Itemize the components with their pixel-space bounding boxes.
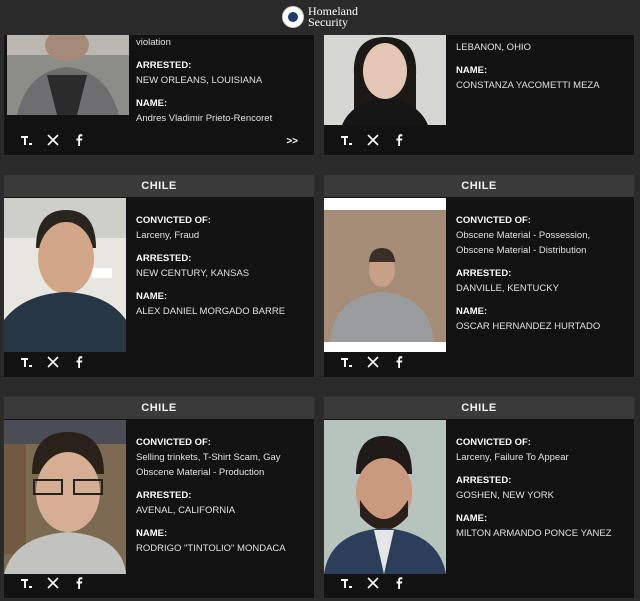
name-value: CONSTANZA YACOMETTI MEZA (456, 80, 600, 91)
arrested-label: ARRESTED: (456, 475, 512, 486)
profile-card: CHILE CONVICTED OF: Larceny, Failure To … (323, 396, 635, 599)
profile-photo (4, 198, 126, 352)
convicted-label: CONVICTED OF: (456, 215, 531, 226)
top-bar: Homeland Security (0, 0, 640, 34)
x-icon[interactable] (366, 133, 380, 147)
facebook-icon[interactable] (72, 355, 86, 369)
name-value: ALEX DANIEL MORGADO BARRE (136, 306, 286, 317)
name-label: NAME: (136, 98, 168, 109)
arrested-value: DANVILLE, KENTUCKY (456, 283, 559, 294)
convicted-value: Selling trinkets, T-Shirt Scam, Gay Obsc… (136, 452, 281, 478)
logo-text: Homeland Security (308, 5, 358, 29)
share-bar (20, 133, 86, 147)
dhs-logo[interactable]: Homeland Security (282, 5, 358, 29)
name-value: MILTON ARMANDO PONCE YANEZ (456, 528, 612, 539)
arrested-value: LEBANON, OHIO (456, 42, 531, 53)
facebook-icon[interactable] (392, 576, 406, 590)
share-bar (20, 355, 86, 369)
arrested-label: ARRESTED: (136, 60, 192, 71)
profile-info: LEBANON, OHIO NAME: CONSTANZA YACOMETTI … (456, 40, 626, 93)
profile-info: CONVICTED OF: Obscene Material - Possess… (456, 213, 626, 334)
profile-photo (7, 35, 129, 115)
x-icon[interactable] (366, 355, 380, 369)
profile-card: CHILE CONVICTED OF: Selling trinkets, T-… (3, 396, 315, 599)
name-value: Andres Vladimir Prieto-Rencoret (136, 113, 273, 124)
facebook-icon[interactable] (392, 355, 406, 369)
name-label: NAME: (456, 513, 488, 524)
share-bar (20, 576, 86, 590)
profile-card: violation ARRESTED: NEW ORLEANS, LOUISIA… (3, 34, 315, 156)
truth-social-icon[interactable] (20, 576, 34, 590)
card-country: CHILE (4, 397, 314, 419)
profile-info: CONVICTED OF: Larceny, Fraud ARRESTED: N… (136, 213, 306, 319)
arrested-value: GOSHEN, NEW YORK (456, 490, 555, 501)
name-label: NAME: (456, 65, 488, 76)
name-label: NAME: (136, 528, 168, 539)
card-country: CHILE (4, 175, 314, 197)
convicted-value: Larceny, Fraud (136, 230, 200, 241)
profile-info: CONVICTED OF: Larceny, Failure To Appear… (456, 435, 626, 541)
arrested-label: ARRESTED: (136, 253, 192, 264)
profile-photo (324, 420, 446, 574)
arrested-label: ARRESTED: (136, 490, 192, 501)
share-bar (340, 133, 406, 147)
arrested-value: NEW ORLEANS, LOUISIANA (136, 75, 263, 86)
profile-card: LEBANON, OHIO NAME: CONSTANZA YACOMETTI … (323, 34, 635, 156)
truth-social-icon[interactable] (20, 355, 34, 369)
convicted-value: violation (136, 37, 171, 48)
profile-photo (324, 35, 446, 125)
profile-card: CHILE CONVICTED OF: Obscene Material - P… (323, 174, 635, 378)
convicted-label: CONVICTED OF: (136, 215, 211, 226)
name-value: RODRIGO "TINTOLIO" MONDACA (136, 543, 286, 554)
card-country: CHILE (324, 397, 634, 419)
facebook-icon[interactable] (392, 133, 406, 147)
card-country: CHILE (324, 175, 634, 197)
convicted-label: CONVICTED OF: (456, 437, 531, 448)
truth-social-icon[interactable] (340, 355, 354, 369)
profile-photo (324, 198, 446, 352)
profile-info: CONVICTED OF: Selling trinkets, T-Shirt … (136, 435, 306, 556)
facebook-icon[interactable] (72, 133, 86, 147)
x-icon[interactable] (366, 576, 380, 590)
x-icon[interactable] (46, 133, 60, 147)
convicted-value: Larceny, Failure To Appear (456, 452, 569, 463)
logo-line-2: Security (308, 15, 348, 29)
convicted-value: Obscene Material - Possession, Obscene M… (456, 230, 591, 256)
arrested-value: AVENAL, CALIFORNIA (136, 505, 236, 516)
share-bar (340, 576, 406, 590)
share-bar (340, 355, 406, 369)
profile-card: CHILE CONVICTED OF: Larceny, Fraud ARRES… (3, 174, 315, 378)
arrested-label: ARRESTED: (456, 268, 512, 279)
truth-social-icon[interactable] (340, 576, 354, 590)
convicted-label: CONVICTED OF: (136, 437, 211, 448)
profile-photo (4, 420, 126, 574)
dhs-seal-icon (282, 6, 304, 28)
x-icon[interactable] (46, 355, 60, 369)
x-icon[interactable] (46, 576, 60, 590)
arrested-value: NEW CENTURY, KANSAS (136, 268, 250, 279)
name-label: NAME: (456, 306, 488, 317)
name-label: NAME: (136, 291, 168, 302)
truth-social-icon[interactable] (20, 133, 34, 147)
truth-social-icon[interactable] (340, 133, 354, 147)
name-value: OSCAR HERNANDEZ HURTADO (456, 321, 601, 332)
profile-info: violation ARRESTED: NEW ORLEANS, LOUISIA… (136, 35, 306, 126)
facebook-icon[interactable] (72, 576, 86, 590)
more-link[interactable]: >> (286, 136, 298, 147)
